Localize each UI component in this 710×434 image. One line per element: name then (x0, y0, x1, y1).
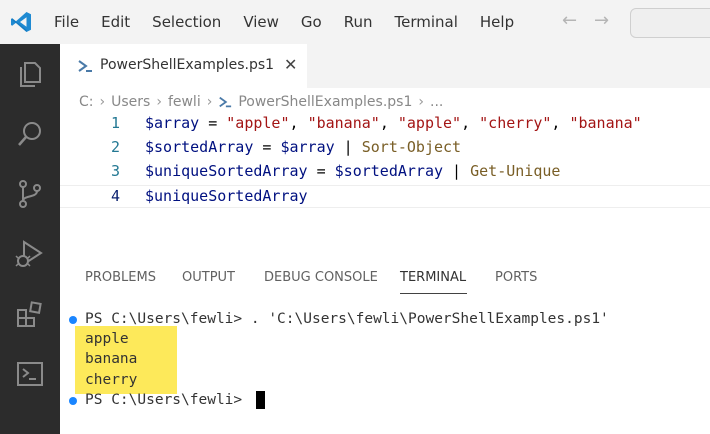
breadcrumb: C: › Users › fewli › PowerShellExamples.… (79, 92, 443, 112)
code-token: = (253, 138, 281, 156)
chevron-right-icon: › (206, 94, 213, 110)
menu-selection[interactable]: Selection (152, 13, 221, 31)
arrow-right-icon[interactable]: → (594, 10, 609, 31)
tab-problems[interactable]: PROBLEMS (85, 270, 156, 285)
code-token: Get-Unique (470, 162, 561, 180)
editor-tab[interactable]: PowerShellExamples.ps1 ✕ (60, 44, 307, 89)
code-line: 1 $array = "apple", "banana", "apple", "… (60, 114, 710, 137)
terminal[interactable]: PS C:\Users\fewli> . 'C:\Users\fewli\Pow… (60, 306, 710, 434)
terminal-panel-icon[interactable] (14, 358, 46, 390)
command-center-search[interactable] (630, 8, 710, 38)
code-token: $uniqueSortedArray (145, 187, 308, 205)
code-token: , (551, 114, 570, 132)
terminal-command-line: PS C:\Users\fewli> . 'C:\Users\fewli\Pow… (85, 311, 609, 327)
code-text: $sortedArray = $array | Sort-Object (145, 138, 461, 156)
code-token: | (443, 162, 471, 180)
line-number: 1 (110, 114, 120, 132)
search-icon[interactable] (14, 118, 46, 150)
code-token: , (461, 114, 480, 132)
title-bar: File Edit Selection View Go Run Terminal… (0, 0, 710, 44)
line-number: 2 (110, 138, 120, 156)
code-token: $sortedArray (145, 138, 254, 156)
menu-view[interactable]: View (243, 13, 279, 31)
menu-run[interactable]: Run (344, 13, 373, 31)
terminal-cursor (256, 391, 265, 409)
terminal-output-line: apple (85, 331, 129, 347)
code-token: = (307, 162, 335, 180)
command-status-dot-icon (69, 397, 77, 405)
activity-bar (0, 44, 60, 434)
code-token: $uniqueSortedArray (145, 162, 308, 180)
terminal-prompt-line: PS C:\Users\fewli> (85, 392, 251, 408)
code-token: "banana" (307, 114, 380, 132)
tab-debug-console[interactable]: DEBUG CONSOLE (264, 270, 378, 285)
tab-ports[interactable]: PORTS (495, 270, 537, 285)
menu-edit[interactable]: Edit (101, 13, 130, 31)
code-token: "apple" (226, 114, 290, 132)
breadcrumb-item[interactable]: C: (79, 94, 94, 110)
chevron-right-icon: › (99, 94, 106, 110)
explorer-files-icon[interactable] (14, 58, 46, 90)
code-token: "banana" (569, 114, 642, 132)
active-tab-indicator (400, 293, 467, 294)
chevron-right-icon: › (418, 94, 424, 110)
code-text: $uniqueSortedArray (145, 187, 308, 205)
breadcrumb-item[interactable]: ... (430, 94, 443, 110)
line-number: 4 (110, 187, 120, 205)
code-token: $array (145, 114, 200, 132)
command-status-dot-icon (69, 316, 77, 324)
menu-file[interactable]: File (54, 13, 79, 31)
code-token: $array (280, 138, 335, 156)
chevron-right-icon: › (156, 94, 162, 110)
tab-terminal[interactable]: TERMINAL (400, 270, 466, 285)
code-token: , (379, 114, 398, 132)
code-token: "cherry" (479, 114, 552, 132)
line-number: 3 (110, 162, 120, 180)
tab-label: PowerShellExamples.ps1 (100, 57, 275, 73)
terminal-output-line: cherry (85, 372, 138, 388)
code-line: 3 $uniqueSortedArray = $sortedArray | Ge… (60, 162, 710, 185)
code-text: $uniqueSortedArray = $sortedArray | Get-… (145, 162, 560, 180)
run-debug-icon[interactable] (14, 238, 46, 270)
code-line-current: 4 $uniqueSortedArray (60, 185, 710, 208)
code-editor[interactable]: 1 $array = "apple", "banana", "apple", "… (60, 114, 710, 210)
vscode-logo-icon (11, 12, 31, 32)
extensions-icon[interactable] (14, 298, 46, 330)
terminal-output-line: banana (85, 351, 138, 367)
code-token: , (289, 114, 308, 132)
menu-help[interactable]: Help (480, 13, 514, 31)
code-text: $array = "apple", "banana", "apple", "ch… (145, 114, 642, 132)
code-line: 2 $sortedArray = $array | Sort-Object (60, 138, 710, 161)
panel-tab-bar: PROBLEMS OUTPUT DEBUG CONSOLE TERMINAL P… (60, 258, 710, 298)
code-token: Sort-Object (361, 138, 462, 156)
powershell-file-icon (78, 60, 92, 72)
menu-terminal[interactable]: Terminal (395, 13, 458, 31)
breadcrumb-item[interactable]: fewli (168, 94, 201, 110)
code-token: $sortedArray (334, 162, 444, 180)
breadcrumb-item[interactable]: PowerShellExamples.ps1 (238, 94, 412, 110)
source-control-icon[interactable] (14, 178, 46, 210)
menu-bar: File Edit Selection View Go Run Terminal… (54, 0, 536, 44)
code-token: = (199, 114, 227, 132)
tab-output[interactable]: OUTPUT (182, 270, 235, 285)
editor-tab-bar: PowerShellExamples.ps1 ✕ (60, 44, 710, 89)
code-token: "apple" (397, 114, 462, 132)
close-icon[interactable]: ✕ (284, 55, 297, 74)
powershell-file-icon (219, 96, 232, 108)
code-token: | (334, 138, 362, 156)
menu-go[interactable]: Go (301, 13, 322, 31)
breadcrumb-item[interactable]: Users (111, 94, 150, 110)
arrow-left-icon[interactable]: ← (562, 10, 577, 31)
